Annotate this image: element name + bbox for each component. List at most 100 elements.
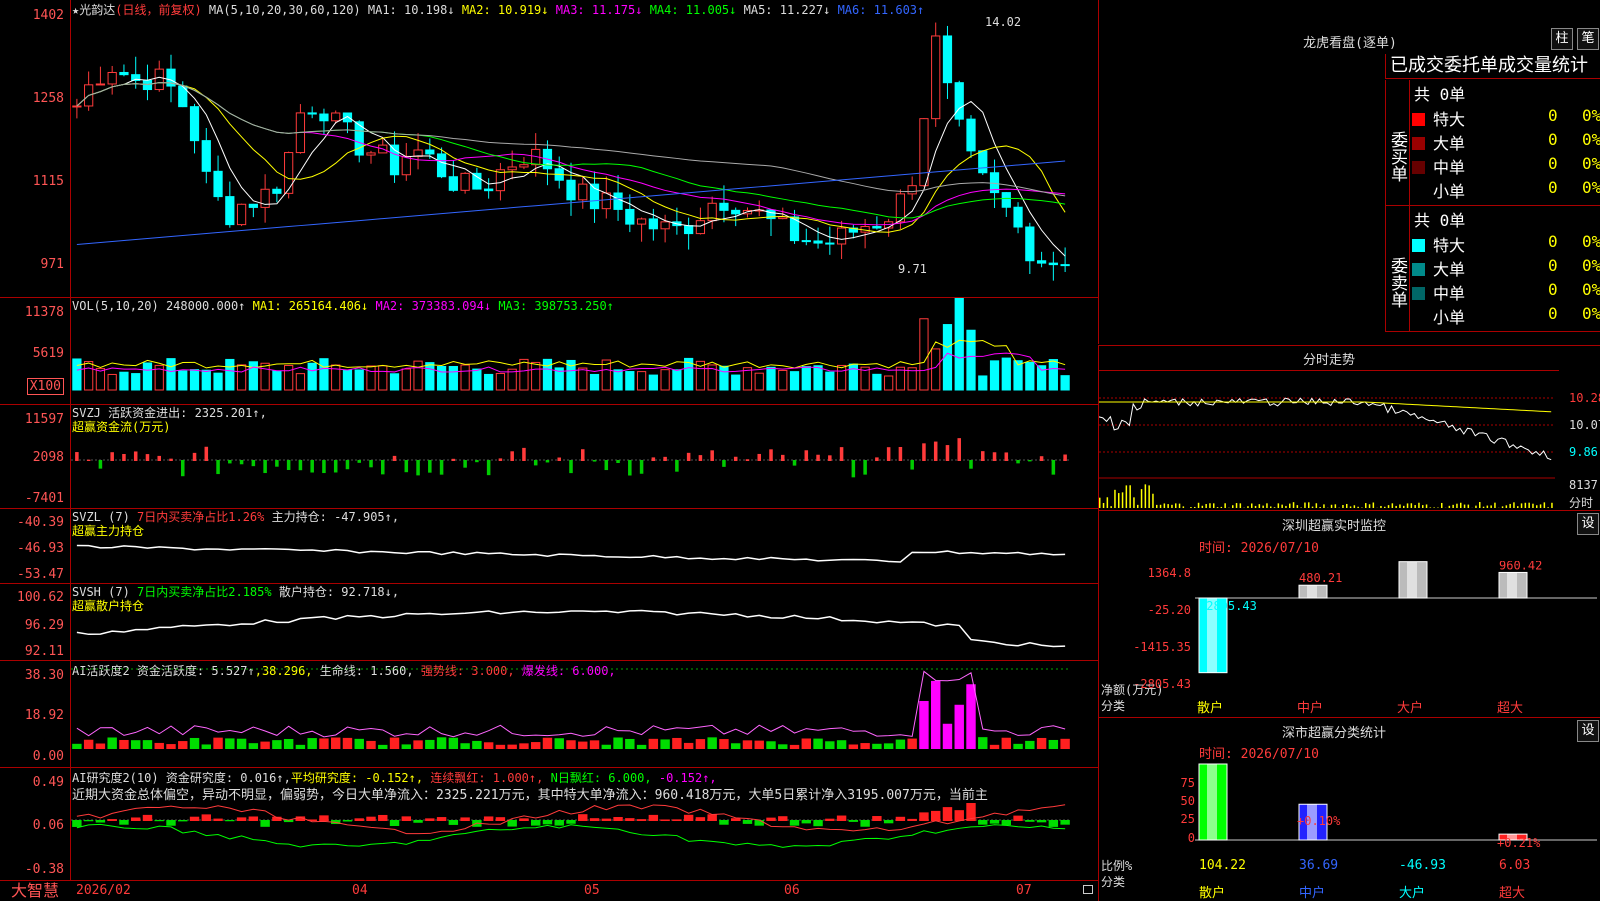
- fund-flow-bar: [628, 460, 632, 476]
- activity-bar: [166, 744, 175, 749]
- fund-flow-bar: [99, 460, 103, 469]
- intraday-vol-bar: [1483, 507, 1485, 508]
- sz-monitor-panel[interactable]: 深圳超赢实时监控 设 时间: 2026/07/10 1364.8 -25.20 …: [1098, 510, 1600, 717]
- bar-value-label: 480.21: [1299, 571, 1342, 585]
- candle-body: [979, 151, 987, 173]
- research-bar: [507, 820, 516, 827]
- price-line: [1099, 398, 1551, 459]
- sz-monitor-settings-button[interactable]: 设: [1577, 513, 1599, 535]
- activity-bar: [731, 743, 740, 749]
- svsh-pane[interactable]: 100.62 96.29 92.11 SVSH (7) 7日内买卖净占比2.18…: [0, 584, 1098, 661]
- volume-bar: [1002, 358, 1010, 390]
- research-bar: [555, 820, 564, 826]
- research-bar: [519, 818, 528, 821]
- volume-bar: [202, 370, 210, 390]
- research-bar: [955, 810, 964, 821]
- fund-flow-bar: [710, 450, 714, 461]
- ai-research-pane[interactable]: 0.49 0.06 -0.38 AI研究度2(10) 资金研究度: 0.016↑…: [0, 768, 1098, 881]
- volume-bar: [249, 362, 257, 390]
- lock-icon[interactable]: [1083, 885, 1093, 894]
- ai-research-axis: 0.49 0.06 -0.38: [0, 768, 71, 880]
- sz-class-cat: 大户: [1399, 882, 1425, 901]
- intraday-vol-bar: [1319, 507, 1321, 508]
- sz-class-tick: 0: [1159, 831, 1195, 845]
- fund-flow-bar: [134, 451, 138, 461]
- sz-class-panel[interactable]: 深市超赢分类统计 设 时间: 2026/07/10 75 50 25 0 比例%…: [1098, 717, 1600, 901]
- intraday-vol-bar: [1490, 505, 1492, 508]
- volume-bar: [1026, 362, 1034, 390]
- ai-research-chart: [71, 768, 1098, 880]
- activity-bar: [990, 745, 999, 749]
- intraday-title: 分时走势: [1099, 349, 1559, 368]
- date-label: 04: [352, 883, 368, 898]
- fund-flow-bar: [616, 460, 620, 463]
- price-pane[interactable]: 1402 1258 1115 971 ★光韵达(日线，前复权) MA(5,10,…: [0, 0, 1098, 298]
- candle-body: [637, 219, 645, 224]
- research-bar: [637, 819, 646, 821]
- candle-body: [520, 165, 528, 167]
- intraday-vol-bar: [1270, 506, 1272, 508]
- volume-bar: [73, 359, 81, 390]
- fund-flow-bar: [252, 460, 256, 466]
- candle-body: [308, 113, 316, 114]
- research-bar: [813, 820, 822, 826]
- research-bar: [1002, 820, 1011, 825]
- fund-flow-bar: [346, 460, 350, 469]
- research-bar: [378, 815, 387, 821]
- research-bar: [884, 820, 893, 823]
- fund-flow-bar: [1063, 455, 1067, 461]
- activity-bar: [319, 738, 328, 749]
- activity-bar: [143, 740, 152, 749]
- volume-bar: [320, 359, 328, 390]
- volume-tick: 11378: [25, 305, 64, 320]
- candle-body: [402, 156, 410, 174]
- sz-class-settings-button[interactable]: 设: [1577, 720, 1599, 742]
- buy-row-pct: 0%: [1582, 178, 1600, 197]
- activity-bar: [931, 681, 940, 749]
- intraday-vol-bar: [1213, 503, 1215, 508]
- fund-flow-bar: [663, 457, 667, 461]
- low-price-label: 9.71: [898, 262, 927, 276]
- fund-flow-bar: [310, 460, 314, 473]
- volume-bar: [343, 370, 351, 390]
- buy-row-val: 0: [1548, 178, 1558, 197]
- sz-monitor-bar-chart: -2805.43480.211364.8960.42: [1195, 561, 1597, 691]
- pen-mode-button[interactable]: 笔: [1577, 28, 1599, 50]
- candle-body: [1049, 263, 1057, 264]
- activity-bar: [96, 744, 105, 749]
- sz-monitor-tick: 1364.8: [1127, 566, 1191, 580]
- intraday-panel[interactable]: 分时走势 10.28 10.07 9.86 8137 分时: [1098, 345, 1600, 510]
- candle-body: [661, 222, 669, 229]
- date-axis: 大智慧 2026/02 04 05 06 07: [0, 881, 1098, 900]
- sz-class-bottom-val: 6.03: [1499, 858, 1530, 873]
- price-tick: 1258: [33, 91, 64, 106]
- activity-bar: [1037, 738, 1046, 749]
- volume-bar: [590, 374, 598, 390]
- candle-body: [214, 171, 222, 196]
- sz-monitor-cat: 超大: [1497, 697, 1523, 716]
- volume-bar: [732, 375, 740, 390]
- buy-row-pct: 0%: [1582, 106, 1600, 125]
- sz-monitor-time: 时间: 2026/07/10: [1199, 537, 1319, 556]
- fund-flow-bar: [381, 460, 385, 474]
- research-bar: [743, 820, 752, 824]
- ai-active-pane[interactable]: 38.30 18.92 0.00 AI活跃度2 资金活跃度: 5.527↑,38…: [0, 661, 1098, 768]
- activity-bar: [719, 739, 728, 749]
- fund-flow-bar: [546, 460, 550, 462]
- candle-body: [226, 197, 234, 225]
- sz-class-tick: 50: [1159, 794, 1195, 808]
- svsh-axis: 100.62 96.29 92.11: [0, 584, 71, 660]
- svzl-pane[interactable]: -40.39 -46.93 -53.47 SVZL (7) 7日内买卖净占比1.…: [0, 509, 1098, 584]
- research-bar: [896, 817, 905, 821]
- candle-body: [614, 193, 622, 209]
- volume-bar: [543, 359, 551, 390]
- candlestick-chart[interactable]: [71, 0, 1098, 297]
- intraday-vol-bar: [1262, 506, 1264, 508]
- volume-bar: [296, 374, 304, 390]
- fund-flow-bar: [428, 460, 432, 473]
- bar-mode-button[interactable]: 柱: [1551, 28, 1573, 50]
- volume-pane[interactable]: 11378 5619 X100 VOL(5,10,20) 248000.000↑…: [0, 298, 1098, 405]
- svzj-pane[interactable]: 11597 2098 -7401 SVZJ 活跃资金进出: 2325.201↑,…: [0, 405, 1098, 509]
- ai-active-chart: [71, 661, 1098, 767]
- volume-bar: [849, 364, 857, 390]
